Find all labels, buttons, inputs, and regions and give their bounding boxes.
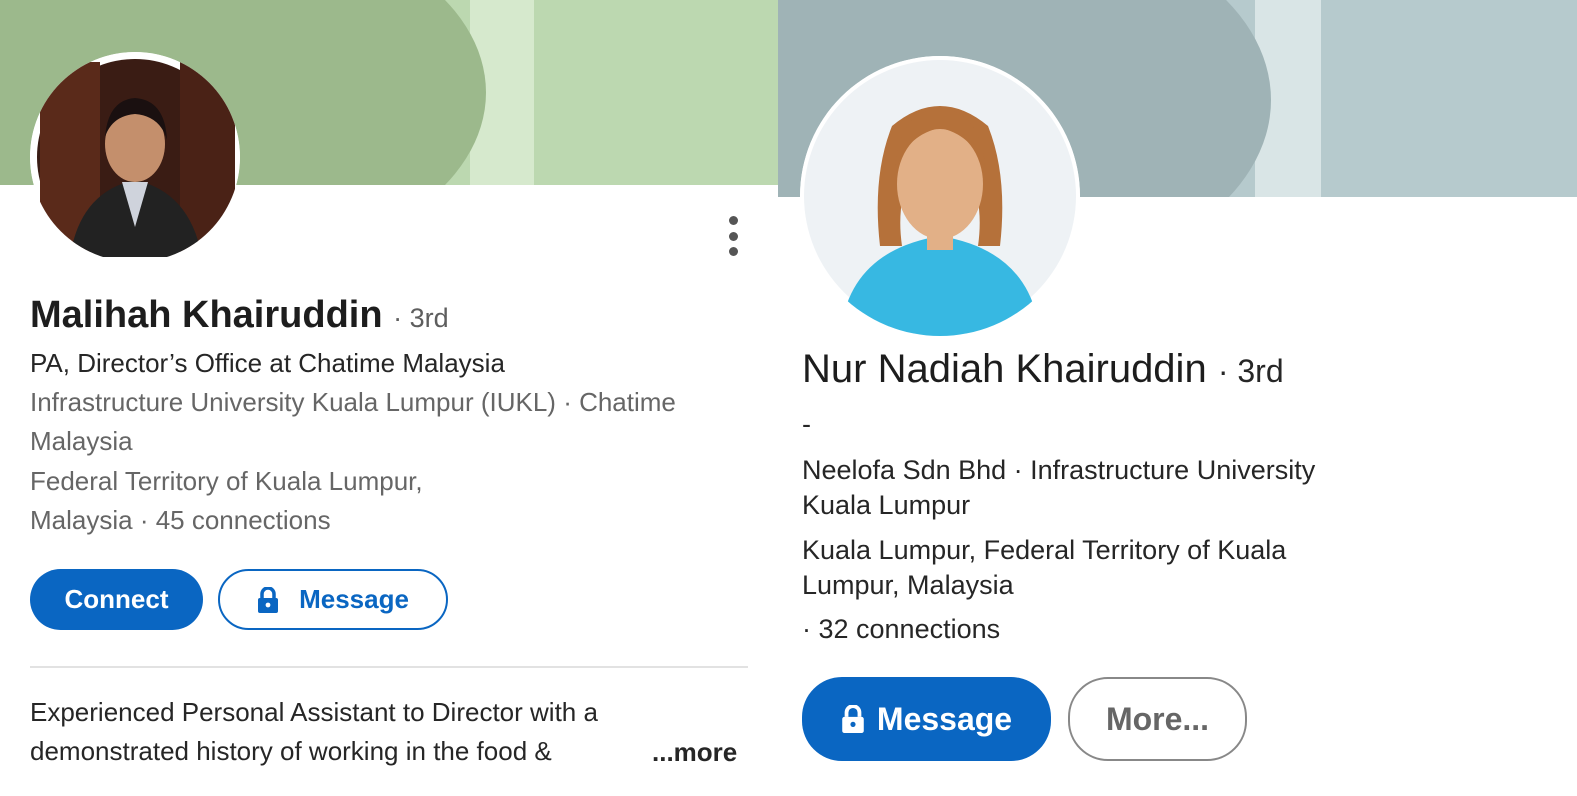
message-button[interactable]: Message	[802, 677, 1051, 761]
connection-degree: · 3rd	[1217, 353, 1284, 389]
profile-location-connections[interactable]: Malaysia · 45 connections	[30, 505, 331, 536]
profile-name-row: Malihah Khairuddin · 3rd	[30, 294, 449, 337]
profile-location-cont: Lumpur, Malaysia	[802, 570, 1014, 600]
right-profile-card: Nur Nadiah Khairuddin · 3rd - Neelofa Sd…	[778, 0, 1577, 796]
profile-photo[interactable]	[800, 56, 1080, 336]
lock-icon	[841, 705, 865, 733]
profile-name-row: Nur Nadiah Khairuddin · 3rd	[802, 347, 1284, 392]
connect-button-label: Connect	[64, 584, 169, 614]
see-more-link[interactable]: ...more	[652, 737, 737, 768]
left-profile-card: Malihah Khairuddin · 3rd PA, Director’s …	[0, 0, 778, 796]
more-actions-button[interactable]: More...	[1068, 677, 1247, 761]
profile-photo[interactable]	[30, 52, 240, 262]
profile-headline: -	[802, 409, 811, 439]
more-vertical-icon[interactable]	[727, 216, 739, 256]
connections-count[interactable]: · 32 connections	[802, 614, 1000, 645]
profile-name: Nur Nadiah Khairuddin	[802, 347, 1207, 391]
profile-organizations-cont: Kuala Lumpur	[802, 490, 971, 520]
profile-headline: PA, Director’s Office at Chatime Malaysi…	[30, 348, 505, 378]
connect-button[interactable]: Connect	[30, 569, 203, 630]
about-text-line-1: Experienced Personal Assistant to Direct…	[30, 697, 598, 727]
profile-location: Federal Territory of Kuala Lumpur,	[30, 466, 423, 496]
section-divider	[30, 666, 748, 668]
profile-organizations: Infrastructure University Kuala Lumpur (…	[30, 387, 676, 417]
profile-name: Malihah Khairuddin	[30, 294, 383, 336]
message-button-label: Message	[299, 584, 409, 614]
message-button[interactable]: Message	[218, 569, 448, 630]
profile-organizations: Neelofa Sdn Bhd · Infrastructure Univers…	[802, 455, 1316, 485]
connection-degree: · 3rd	[393, 303, 449, 333]
profile-location: Kuala Lumpur, Federal Territory of Kuala	[802, 535, 1287, 565]
lock-icon	[257, 586, 279, 613]
profile-organizations-cont: Malaysia	[30, 426, 133, 456]
message-button-label: Message	[876, 700, 1013, 737]
about-text-line-2: demonstrated history of working in the f…	[30, 736, 552, 766]
more-actions-label: More...	[1105, 700, 1210, 737]
